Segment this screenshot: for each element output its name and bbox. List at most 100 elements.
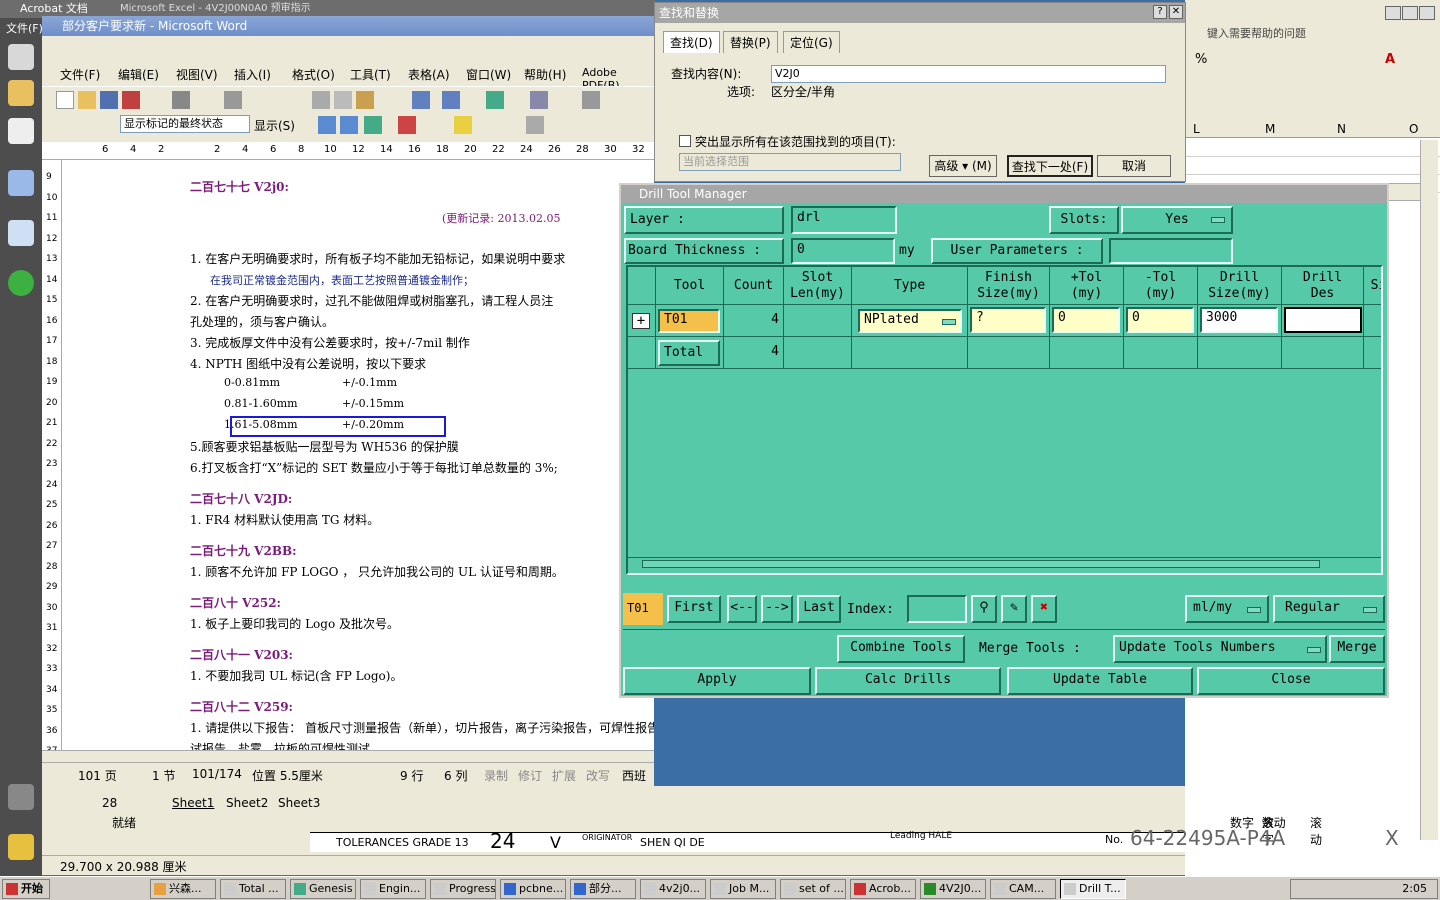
new-doc-icon[interactable]: [56, 91, 74, 109]
apply-button[interactable]: Apply: [623, 667, 811, 695]
last-button[interactable]: Last: [797, 595, 841, 623]
undo-icon[interactable]: [412, 91, 430, 109]
close-icon[interactable]: ✕: [1169, 5, 1183, 19]
task-item[interactable]: Engin...: [360, 879, 426, 899]
menu-insert[interactable]: 插入(I): [234, 66, 271, 83]
task-item[interactable]: 4v2j0...: [640, 879, 706, 899]
maximize-icon[interactable]: [1402, 6, 1418, 20]
save-icon[interactable]: [100, 91, 118, 109]
task-item[interactable]: pcbne...: [500, 879, 566, 899]
col-si[interactable]: Si: [1364, 267, 1381, 305]
col-drill-des[interactable]: Drill Des: [1282, 267, 1364, 305]
cancel-button[interactable]: 取消: [1097, 155, 1171, 177]
pdf-icon[interactable]: [122, 91, 140, 109]
clock[interactable]: 2:05: [1402, 882, 1427, 895]
prev-button[interactable]: <--: [727, 595, 757, 623]
print-icon[interactable]: [172, 91, 190, 109]
task-item-active[interactable]: Drill T...: [1060, 879, 1126, 899]
menu-tools[interactable]: 工具(T): [350, 66, 391, 83]
units-select[interactable]: ml/my: [1185, 595, 1269, 623]
pages-icon[interactable]: [8, 118, 34, 144]
document-page[interactable]: 二百七十七 V2j0: (更新记录: 2013.02.05 1. 在客户无明确要…: [62, 160, 654, 750]
acrobat-file-menu[interactable]: 文件(F): [6, 20, 43, 36]
task-item[interactable]: 部分...: [570, 879, 636, 899]
next-change-icon[interactable]: [340, 116, 358, 134]
col-type[interactable]: Type: [852, 267, 968, 305]
comments-icon[interactable]: [8, 834, 34, 860]
scroll-thumb[interactable]: [642, 560, 1320, 568]
vertical-ruler[interactable]: 9 10 11 12 13 14 15 16 17 18 19 20 21 22 23 24 25 26 27 28 2…: [42, 160, 62, 756]
sheet-tab-2[interactable]: Sheet2: [226, 796, 268, 810]
minus-tol-input[interactable]: 0: [1126, 307, 1194, 333]
task-item[interactable]: Job M...: [710, 879, 776, 899]
menu-edit[interactable]: 编辑(E): [118, 66, 159, 83]
finish-input[interactable]: ?: [970, 307, 1046, 333]
prev-change-icon[interactable]: [318, 116, 336, 134]
help-icon[interactable]: [8, 270, 34, 296]
col-finish-size[interactable]: Finish Size(my): [968, 267, 1050, 305]
start-button[interactable]: 开始: [2, 879, 50, 899]
col-header[interactable]: M: [1265, 122, 1275, 136]
table-icon[interactable]: [530, 91, 548, 109]
next-button[interactable]: -->: [761, 595, 793, 623]
col-drill-size[interactable]: Drill Size(my): [1198, 267, 1282, 305]
first-button[interactable]: First: [667, 595, 721, 623]
menu-file[interactable]: 文件(F): [60, 66, 100, 83]
drill-size-input[interactable]: 3000: [1200, 307, 1278, 333]
paste-icon[interactable]: [356, 91, 374, 109]
layer-input[interactable]: drl: [791, 206, 897, 234]
slots-select[interactable]: Yes: [1121, 206, 1233, 234]
percent-icon[interactable]: %: [1195, 52, 1207, 67]
attachment-icon[interactable]: [8, 784, 34, 810]
highlight-icon[interactable]: [454, 116, 472, 134]
columns-icon[interactable]: [582, 91, 600, 109]
task-item[interactable]: set of ...: [780, 879, 846, 899]
folder-icon[interactable]: [8, 80, 34, 106]
task-item[interactable]: 兴森...: [150, 879, 216, 899]
col-header[interactable]: O: [1409, 122, 1418, 136]
table-hscroll[interactable]: [628, 557, 1381, 571]
minimize-icon[interactable]: [1385, 6, 1401, 20]
col-header[interactable]: L: [1193, 122, 1200, 136]
menu-help[interactable]: 帮助(H): [524, 66, 566, 83]
tab-replace[interactable]: 替换(P): [723, 31, 778, 53]
spell-icon[interactable]: [224, 91, 242, 109]
hand-tool-icon[interactable]: [8, 44, 34, 70]
task-item[interactable]: Total ...: [220, 879, 286, 899]
close-icon[interactable]: [1419, 6, 1435, 20]
merge-button[interactable]: Merge: [1329, 635, 1385, 663]
reviewing-pane-icon[interactable]: [526, 116, 544, 134]
status-ext[interactable]: 扩展: [552, 767, 576, 784]
menu-view[interactable]: 视图(V): [176, 66, 218, 83]
status-rev[interactable]: 修订: [518, 767, 542, 784]
copy-icon[interactable]: [334, 91, 352, 109]
slot-len-cell[interactable]: [784, 305, 852, 337]
user-params-button[interactable]: User Parameters :: [931, 238, 1103, 264]
mode-select[interactable]: Regular: [1273, 595, 1385, 623]
task-item[interactable]: 4V2J0...: [920, 879, 986, 899]
font-color-icon[interactable]: A: [1385, 52, 1395, 67]
col-slot-len[interactable]: Slot Len(my): [784, 267, 852, 305]
redo-icon[interactable]: [442, 91, 460, 109]
horizontal-ruler[interactable]: 6 4 2 2 4 6 8 10 12 14 16 18 20 22 24 26…: [42, 142, 654, 160]
sheet-tab-3[interactable]: Sheet3: [278, 796, 320, 810]
scope-select[interactable]: 当前选择范围: [679, 153, 901, 171]
thickness-input[interactable]: 0: [791, 238, 895, 264]
excel-vscroll[interactable]: [1420, 140, 1438, 840]
highlight-checkbox[interactable]: [679, 135, 691, 147]
signatures-icon[interactable]: [8, 220, 34, 246]
col-header[interactable]: N: [1337, 122, 1346, 136]
menu-window[interactable]: 窗口(W): [466, 66, 511, 83]
task-item[interactable]: Genesis: [290, 879, 356, 899]
col-tool[interactable]: Tool: [656, 267, 724, 305]
show-menu[interactable]: 显示(S): [254, 117, 295, 134]
tab-find[interactable]: 查找(D): [663, 31, 720, 53]
open-icon[interactable]: [78, 91, 96, 109]
drill-des-input[interactable]: [1284, 307, 1362, 333]
hyperlink-icon[interactable]: [486, 91, 504, 109]
delete-icon[interactable]: ✖: [1031, 595, 1057, 623]
type-select[interactable]: NPlated: [858, 309, 962, 333]
search-icon[interactable]: ⚲: [971, 595, 997, 623]
task-item[interactable]: CAM...: [990, 879, 1056, 899]
status-rec[interactable]: 录制: [484, 767, 508, 784]
